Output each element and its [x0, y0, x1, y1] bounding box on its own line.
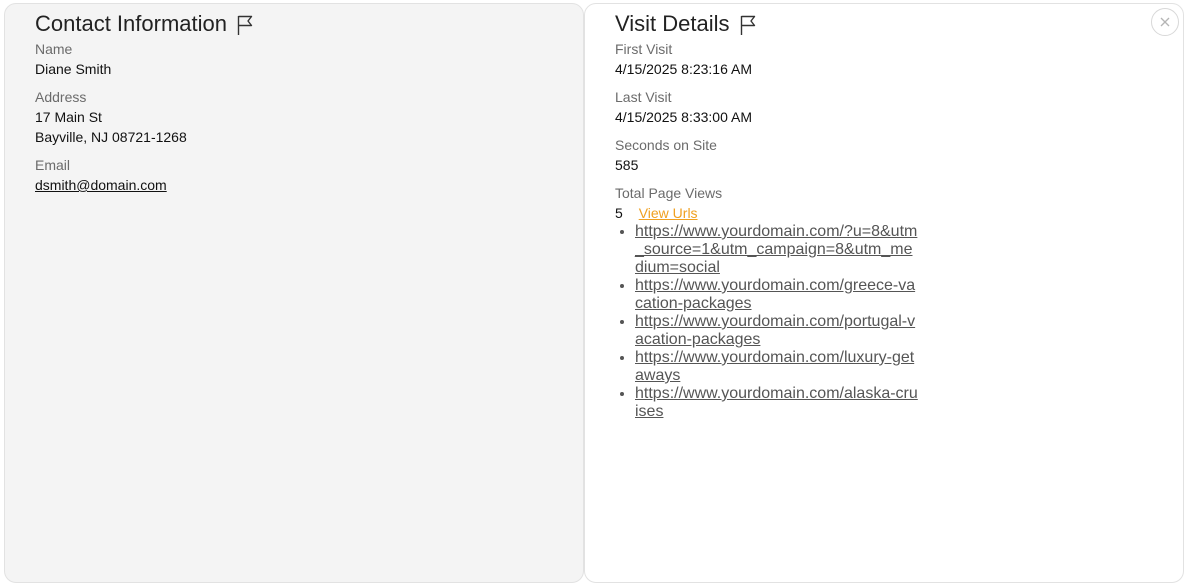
address-line-1: 17 Main St [35, 109, 102, 125]
list-item: https://www.yourdomain.com/alaska-cruise… [635, 385, 920, 421]
last-visit-label: Last Visit [615, 89, 672, 105]
flag-icon[interactable] [236, 14, 254, 36]
total-page-views-field: Total Page Views 5 View Urls https://www… [615, 185, 1183, 421]
address-line-2: Bayville, NJ 08721-1268 [35, 129, 187, 145]
visit-details-panel: Visit Details First Visit 4/15/2025 8:23… [584, 3, 1184, 583]
first-visit-value: 4/15/2025 8:23:16 AM [615, 61, 752, 77]
contact-information-title: Contact Information [35, 11, 227, 36]
seconds-on-site-label: Seconds on Site [615, 137, 717, 153]
total-page-views-value: 5 [615, 205, 623, 221]
email-label: Email [35, 157, 71, 173]
seconds-on-site-field: Seconds on Site 585 [615, 137, 1183, 175]
address-label: Address [35, 89, 87, 105]
visit-details-content: Visit Details First Visit 4/15/2025 8:23… [615, 10, 1183, 421]
last-visit-value: 4/15/2025 8:33:00 AM [615, 109, 752, 125]
visit-details-title: Visit Details [615, 11, 730, 36]
name-value: Diane Smith [35, 61, 112, 77]
url-link[interactable]: https://www.yourdomain.com/?u=8&utm_sour… [635, 223, 917, 276]
contact-information-panel: Contact Information Name Diane Smith Add… [4, 3, 584, 583]
total-page-views-label: Total Page Views [615, 185, 723, 201]
seconds-on-site-value: 585 [615, 157, 639, 173]
email-value: dsmith@domain.com [35, 175, 583, 195]
url-link[interactable]: https://www.yourdomain.com/greece-vacati… [635, 277, 915, 312]
url-link[interactable]: https://www.yourdomain.com/alaska-cruise… [635, 385, 918, 420]
last-visit-field: Last Visit 4/15/2025 8:33:00 AM [615, 89, 1183, 127]
list-item: https://www.yourdomain.com/?u=8&utm_sour… [635, 223, 920, 277]
view-urls-link[interactable]: View Urls [639, 205, 698, 221]
list-item: https://www.yourdomain.com/luxury-getawa… [635, 349, 920, 385]
email-field: Email dsmith@domain.com [35, 157, 583, 195]
name-field: Name Diane Smith [35, 41, 583, 79]
list-item: https://www.yourdomain.com/portugal-vaca… [635, 313, 920, 349]
first-visit-label: First Visit [615, 41, 673, 57]
url-link[interactable]: https://www.yourdomain.com/luxury-getawa… [635, 349, 914, 384]
total-page-views-row: 5 View Urls [615, 203, 1183, 223]
address-field: Address 17 Main St Bayville, NJ 08721-12… [35, 89, 583, 147]
contact-information-heading: Contact Information [35, 10, 583, 38]
url-link[interactable]: https://www.yourdomain.com/portugal-vaca… [635, 313, 915, 348]
visit-details-heading: Visit Details [615, 10, 1183, 38]
flag-icon[interactable] [739, 14, 757, 36]
contact-information-content: Contact Information Name Diane Smith Add… [35, 10, 583, 205]
url-list: https://www.yourdomain.com/?u=8&utm_sour… [615, 223, 920, 421]
first-visit-field: First Visit 4/15/2025 8:23:16 AM [615, 41, 1183, 79]
email-link[interactable]: dsmith@domain.com [35, 177, 167, 193]
list-item: https://www.yourdomain.com/greece-vacati… [635, 277, 920, 313]
name-label: Name [35, 41, 73, 57]
